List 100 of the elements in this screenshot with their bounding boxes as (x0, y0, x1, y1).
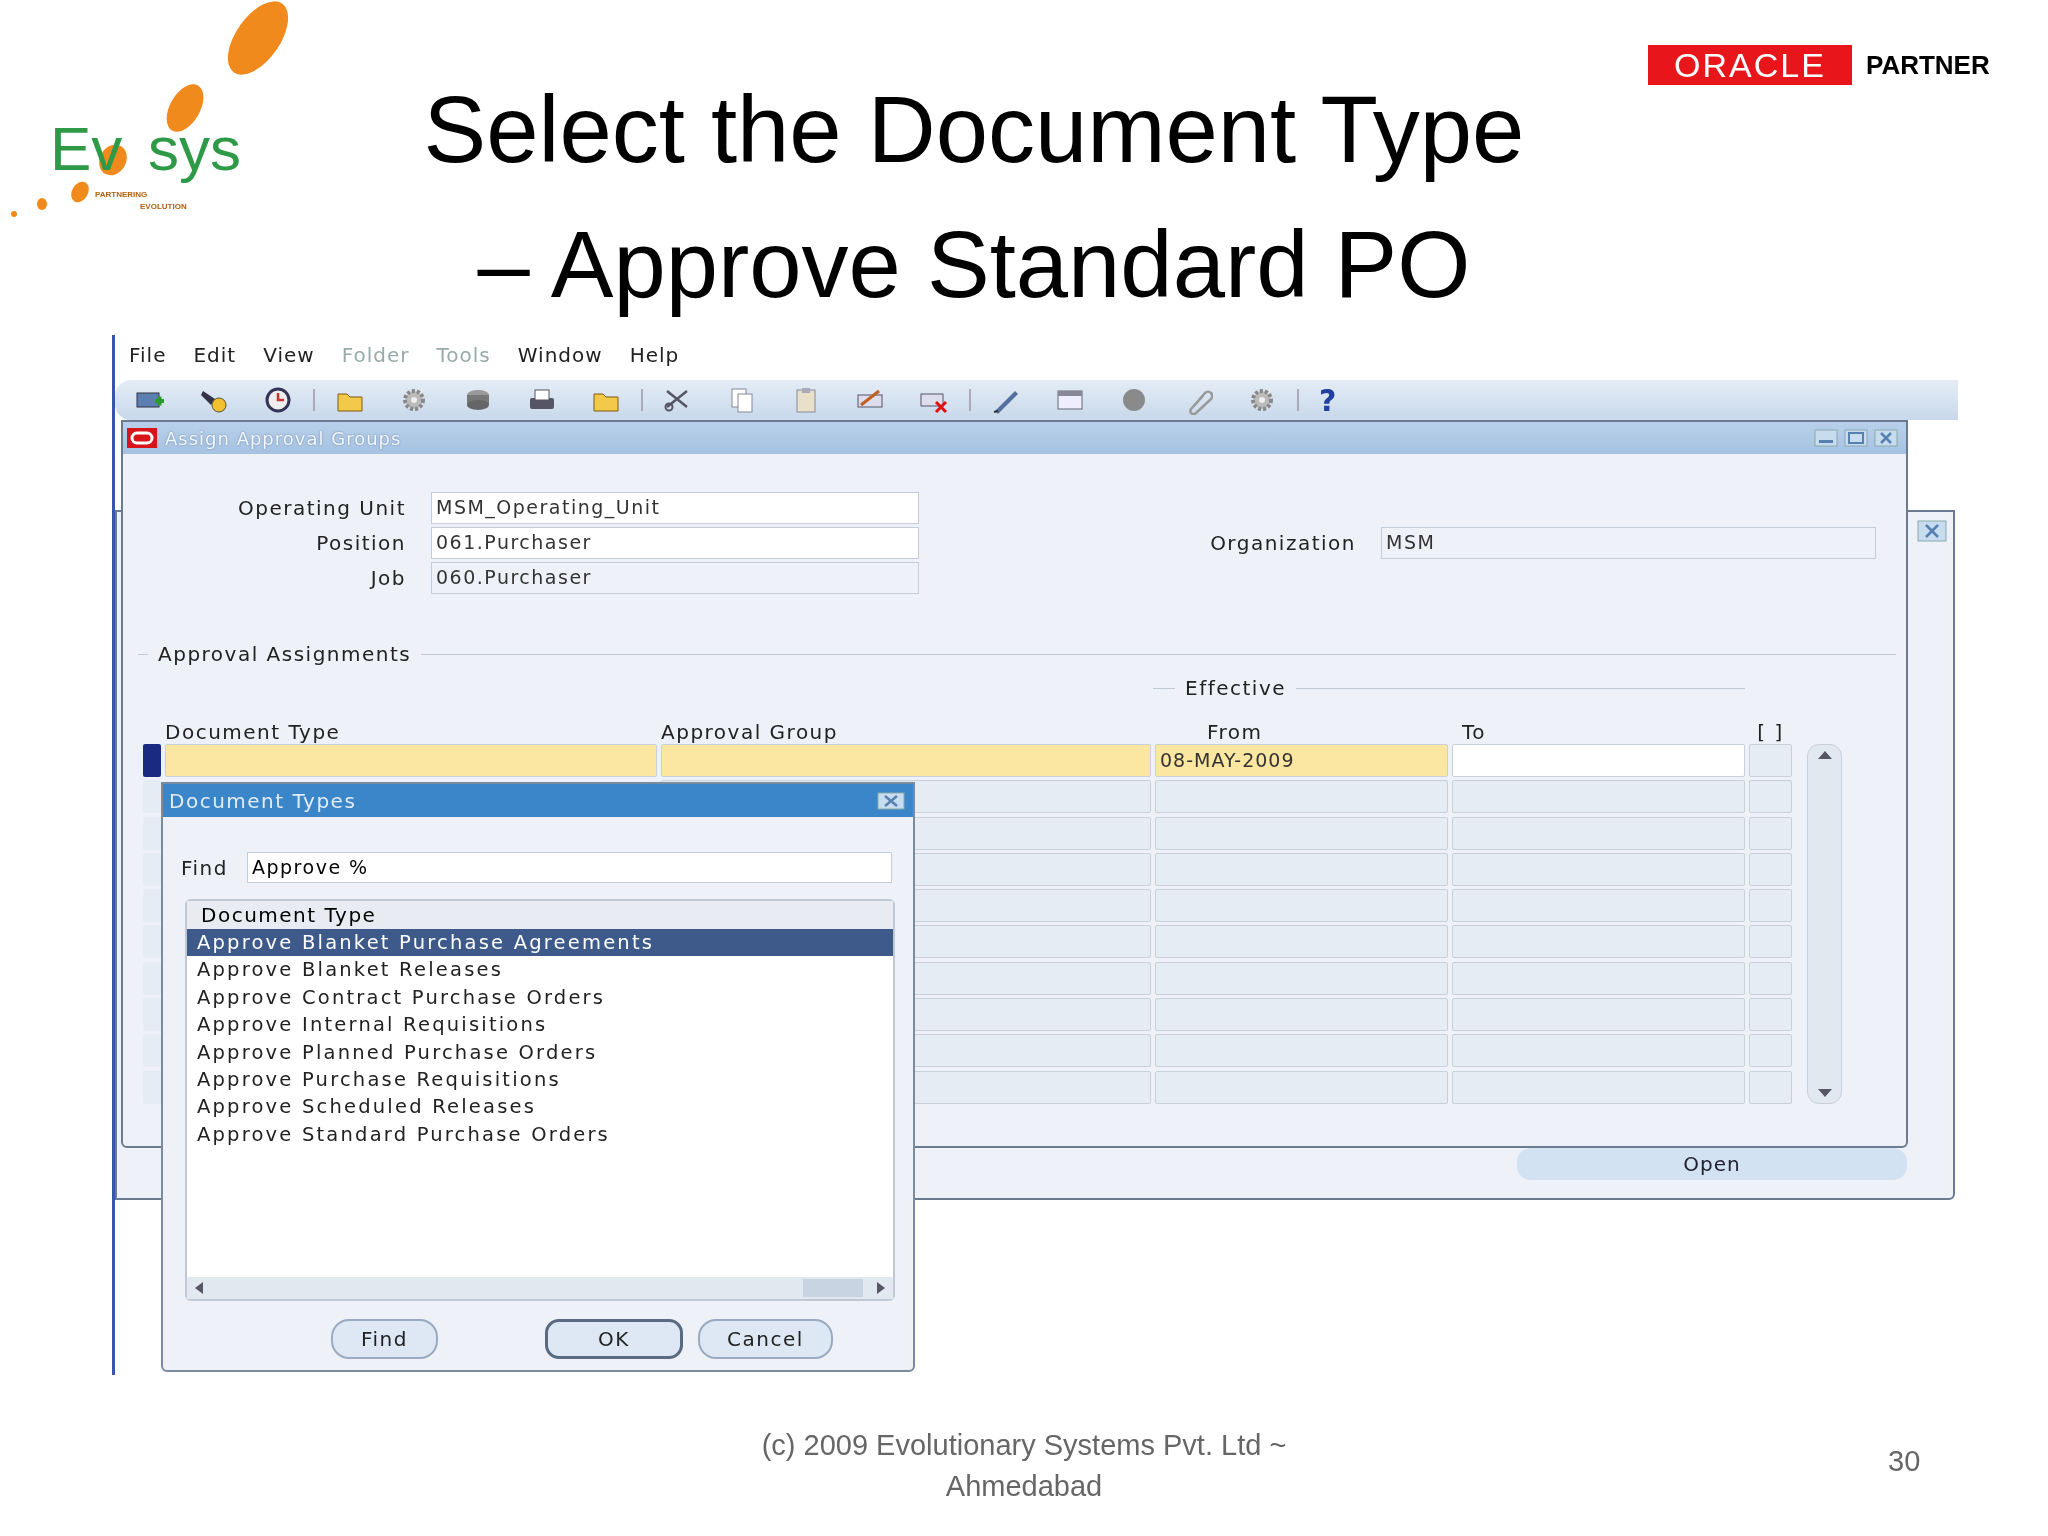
dialog-button[interactable]: Cancel (698, 1319, 833, 1359)
right-arrow-icon[interactable] (877, 1282, 885, 1294)
text-field[interactable]: 060.Purchaser (431, 562, 919, 594)
row-indicator[interactable] (143, 780, 161, 814)
field-label: Organization (1210, 531, 1356, 555)
table-cell[interactable] (1155, 816, 1448, 850)
scrollbar[interactable] (187, 1277, 893, 1299)
row-indicator[interactable] (143, 1070, 161, 1104)
table-cell[interactable] (1452, 889, 1745, 923)
text-field[interactable]: 061.Purchaser (431, 527, 919, 559)
table-cell[interactable] (1452, 780, 1745, 814)
left-arrow-icon[interactable] (195, 1282, 203, 1294)
list-item[interactable]: Approve Blanket Releases (187, 956, 893, 984)
oracle-window-icon (127, 428, 157, 448)
slide-title: Select the Document Type (423, 76, 1525, 184)
text-field[interactable]: MSM_Operating_Unit (431, 492, 919, 524)
table-cell[interactable] (1749, 925, 1792, 959)
column-header: Approval Group (661, 720, 839, 744)
section-title: Approval Assignments (158, 642, 412, 666)
menu-item[interactable]: Window (517, 343, 603, 367)
table-cell[interactable] (1749, 852, 1792, 886)
table-cell[interactable] (1155, 780, 1448, 814)
menu-item[interactable]: File (129, 343, 167, 367)
list-item[interactable]: Approve Scheduled Releases (187, 1093, 893, 1121)
table-cell[interactable] (1749, 998, 1792, 1032)
table-cell[interactable] (1155, 1034, 1448, 1068)
row-indicator[interactable] (143, 816, 161, 850)
partner-label: PARTNER (1866, 49, 1990, 82)
scroll-thumb[interactable] (803, 1279, 863, 1297)
table-cell[interactable] (1452, 1070, 1745, 1104)
field-label: Position (315, 531, 406, 555)
close-icon[interactable] (1917, 520, 1947, 542)
oracle-logo: ORACLE (1648, 45, 1852, 85)
close-icon[interactable] (1874, 429, 1898, 447)
table-cell[interactable] (1452, 925, 1745, 959)
dialog-button[interactable]: OK (545, 1319, 683, 1359)
list-item[interactable]: Approve Purchase Requisitions (187, 1065, 893, 1094)
row-indicator[interactable] (143, 889, 161, 923)
table-cell[interactable] (165, 744, 657, 777)
row-indicator[interactable] (143, 852, 161, 886)
footer-text: (c) 2009 Evolutionary Systems Pvt. Ltd ~ (761, 1428, 1287, 1463)
window-title: Assign Approval Groups (165, 427, 403, 449)
row-indicator[interactable] (143, 961, 161, 995)
dialog-button[interactable]: Find (331, 1319, 438, 1359)
down-arrow-icon[interactable] (1817, 1089, 1832, 1097)
table-cell[interactable] (1452, 852, 1745, 886)
column-header: From (1206, 720, 1264, 744)
list-header: Document Type (187, 901, 893, 929)
table-cell[interactable] (1452, 816, 1745, 850)
column-header: Document Type (165, 720, 342, 744)
minimize-icon[interactable] (1814, 429, 1838, 447)
table-cell[interactable] (1749, 816, 1792, 850)
find-field[interactable]: Approve % (247, 852, 892, 883)
scrollbar[interactable] (1807, 744, 1842, 1104)
list-item[interactable]: Approve Blanket Purchase Agreements (187, 929, 893, 957)
row-indicator[interactable] (143, 1034, 161, 1068)
page-number: 30 (1888, 1445, 1921, 1478)
logo-wordmark: Ev (50, 118, 123, 180)
logo-tagline: PARTNERING (95, 190, 148, 199)
column-header: To (1461, 720, 1488, 744)
list-item[interactable]: Approve Internal Requisitions (187, 1011, 893, 1039)
table-cell[interactable] (1452, 961, 1745, 995)
menu-item[interactable]: View (263, 343, 315, 367)
table-cell[interactable] (1452, 998, 1745, 1032)
column-header: [ ] (1756, 720, 1785, 744)
table-cell[interactable] (1749, 744, 1792, 777)
row-indicator[interactable] (143, 998, 161, 1032)
table-cell[interactable] (1749, 889, 1792, 923)
close-icon[interactable] (877, 791, 905, 810)
table-cell[interactable] (1155, 961, 1448, 995)
row-indicator[interactable] (143, 744, 161, 777)
table-cell[interactable] (1452, 744, 1745, 777)
table-cell[interactable] (1155, 1070, 1448, 1104)
maximize-icon[interactable] (1844, 429, 1868, 447)
open-button[interactable]: Open (1517, 1148, 1907, 1180)
table-cell[interactable] (1749, 961, 1792, 995)
table-cell[interactable] (1155, 998, 1448, 1032)
help-button[interactable]: ? (1319, 382, 1337, 418)
table-cell[interactable] (1749, 1070, 1792, 1104)
menu-item[interactable]: Edit (193, 343, 237, 367)
table-cell[interactable] (661, 744, 1151, 777)
table-cell[interactable] (1155, 889, 1448, 923)
table-cell[interactable] (1749, 780, 1792, 814)
list-item[interactable]: Approve Contract Purchase Orders (187, 983, 893, 1012)
group-header: Effective (1185, 676, 1287, 700)
text-field[interactable]: MSM (1381, 527, 1876, 559)
table-cell[interactable] (1155, 852, 1448, 886)
table-cell[interactable] (1749, 1034, 1792, 1068)
up-arrow-icon[interactable] (1817, 751, 1832, 759)
field-label: Job (368, 566, 406, 590)
menu-item[interactable]: Help (629, 343, 680, 367)
slide-title: – Approve Standard PO (477, 211, 1471, 319)
table-cell[interactable] (1155, 925, 1448, 959)
list-item[interactable]: Approve Planned Purchase Orders (187, 1038, 893, 1066)
row-indicator[interactable] (143, 925, 161, 959)
list-item[interactable]: Approve Standard Purchase Orders (187, 1120, 893, 1149)
logo-tagline: EVOLUTION (140, 202, 187, 211)
clock-icon[interactable] (263, 385, 293, 415)
table-cell[interactable] (1452, 1034, 1745, 1068)
table-cell[interactable]: 08-MAY-2009 (1155, 744, 1448, 777)
